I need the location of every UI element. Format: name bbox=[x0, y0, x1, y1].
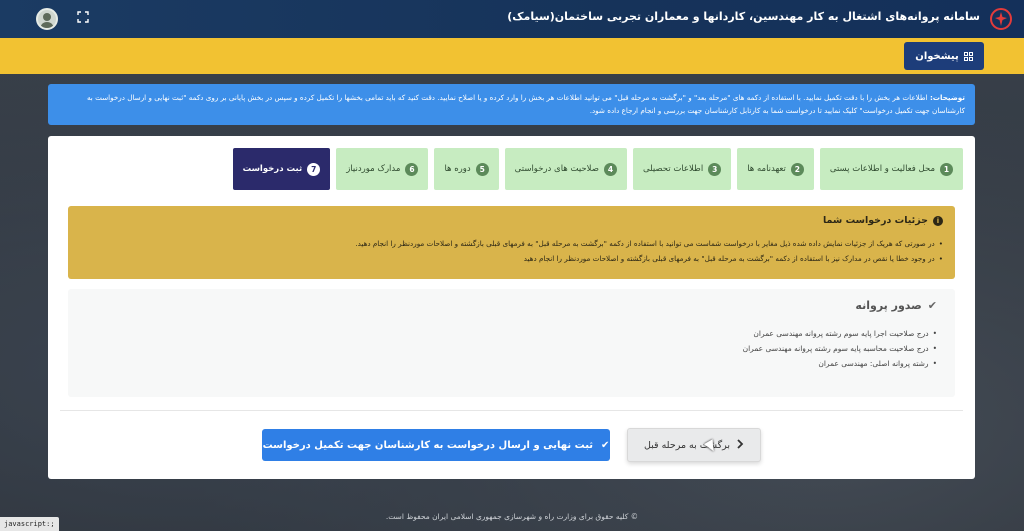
details-title: جزئیات درخواست شما bbox=[822, 215, 928, 226]
step-label: محل فعالیت و اطلاعات پستی bbox=[829, 164, 935, 174]
step-number: 2 bbox=[790, 162, 804, 176]
notice-text: اطلاعات هر بخش را با دقت تکمیل نمایید. ب… bbox=[86, 93, 965, 115]
request-details-panel: i جزئیات درخواست شما در صورتی که هریک از… bbox=[68, 206, 955, 279]
step-number: 6 bbox=[405, 162, 419, 176]
step-5[interactable]: 5 دوره ها bbox=[434, 148, 499, 190]
license-item: درج صلاحیت اجرا پایه سوم رشته پروانه مهن… bbox=[86, 326, 937, 341]
step-number: 3 bbox=[708, 162, 722, 176]
license-item: رشته پروانه اصلی: مهندسی عمران bbox=[86, 356, 937, 371]
dashboard-button-label: پیشخوان bbox=[915, 50, 959, 62]
fullscreen-icon[interactable] bbox=[76, 11, 90, 25]
chevron-right-icon bbox=[736, 438, 744, 452]
check-icon: ✔ bbox=[601, 439, 610, 451]
step-2[interactable]: 2 تعهدنامه ها bbox=[737, 148, 814, 190]
step-label: دوره ها bbox=[444, 164, 471, 174]
user-avatar[interactable] bbox=[36, 8, 58, 30]
step-label: صلاحیت های درخواستی bbox=[514, 164, 599, 174]
ministry-logo-icon bbox=[988, 6, 1014, 32]
wizard-steps: 1 محل فعالیت و اطلاعات پستی 2 تعهدنامه ه… bbox=[232, 148, 963, 190]
step-label: ثبت درخواست bbox=[242, 164, 303, 174]
step-label: اطلاعات تحصیلی bbox=[642, 164, 704, 174]
license-item: درج صلاحیت محاسبه پایه سوم رشته پروانه م… bbox=[86, 341, 937, 356]
step-4[interactable]: 4 صلاحیت های درخواستی bbox=[504, 148, 627, 190]
step-number: 1 bbox=[940, 162, 953, 176]
grid-icon bbox=[963, 51, 973, 61]
step-label: تعهدنامه ها bbox=[747, 164, 786, 174]
info-icon: i bbox=[933, 215, 943, 226]
copyright-footer: © کلیه حقوق برای وزارت راه و شهرسازی جمه… bbox=[385, 512, 639, 521]
step-7[interactable]: 7 ثبت درخواست bbox=[232, 148, 331, 190]
check-icon: ✔ bbox=[927, 299, 937, 312]
final-submit-button[interactable]: ✔ ثبت نهایی و ارسال درخواست به کارشناسان… bbox=[262, 429, 610, 461]
browser-status-bar: javascript:; bbox=[0, 517, 59, 531]
back-button[interactable]: برگشت به مرحله قبل bbox=[627, 428, 761, 462]
wizard-card: 1 محل فعالیت و اطلاعات پستی 2 تعهدنامه ه… bbox=[48, 136, 975, 479]
submit-button-label: ثبت نهایی و ارسال درخواست به کارشناسان ج… bbox=[262, 439, 594, 451]
step-1[interactable]: 1 محل فعالیت و اطلاعات پستی bbox=[819, 148, 963, 190]
license-issuance-panel: ✔ صدور پروانه درج صلاحیت اجرا پایه سوم ر… bbox=[68, 289, 955, 397]
dashboard-button[interactable]: پیشخوان bbox=[904, 42, 984, 70]
details-item: در وجود خطا یا نقص در مدارک نیز با استفا… bbox=[80, 251, 943, 266]
step-number: 7 bbox=[307, 162, 321, 176]
license-title: صدور پروانه bbox=[855, 299, 922, 312]
step-number: 4 bbox=[603, 162, 617, 176]
step-label: مدارک موردنیاز bbox=[346, 164, 401, 174]
system-title: سامانه پروانه‌های اشتغال به کار مهندسین،… bbox=[507, 10, 980, 23]
toolbar-strip bbox=[0, 38, 1024, 74]
instructions-notice: توضیحات: اطلاعات هر بخش را با دقت تکمیل … bbox=[48, 84, 975, 125]
step-number: 5 bbox=[475, 162, 489, 176]
step-6[interactable]: 6 مدارک موردنیاز bbox=[336, 148, 429, 190]
divider bbox=[60, 410, 963, 411]
step-3[interactable]: 3 اطلاعات تحصیلی bbox=[632, 148, 732, 190]
details-item: در صورتی که هریک از جزئیات نمایش داده شد… bbox=[80, 236, 943, 251]
top-header: سامانه پروانه‌های اشتغال به کار مهندسین،… bbox=[0, 0, 1024, 38]
notice-label: توضیحات: bbox=[929, 93, 965, 102]
